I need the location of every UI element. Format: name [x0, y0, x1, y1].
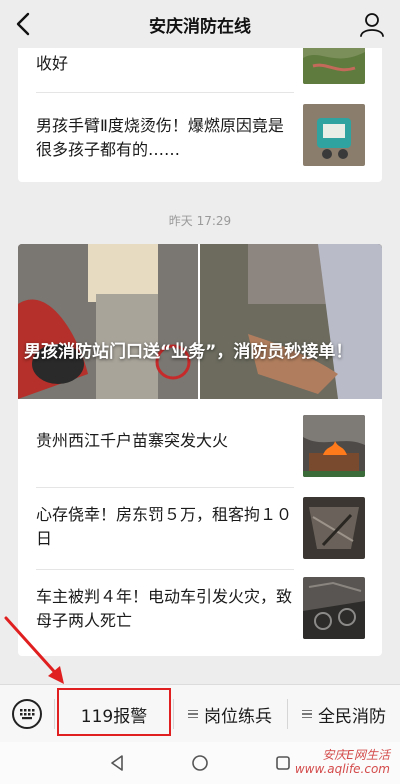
article-row[interactable]: 贵州西江千户苗寨突发大火 [18, 399, 382, 487]
annotation-arrow-icon [4, 616, 64, 684]
message-timestamp: 昨天 17:29 [168, 214, 232, 228]
hero-image [18, 244, 382, 399]
highlight-box [57, 688, 171, 736]
profile-icon[interactable] [358, 10, 386, 38]
hero-title: 男孩消防站门口送“业务”，消防员秒接单！ [24, 342, 353, 362]
back-icon[interactable] [10, 8, 40, 40]
article-row[interactable]: 心存侥幸！房东罚５万，租客拘１０日 [18, 487, 382, 569]
recent-square-icon[interactable] [274, 754, 292, 772]
system-nav-bar: 安庆E网生活 www.aqlife.com [0, 742, 400, 784]
article-row[interactable]: 男孩手臂Ⅱ度烧烫伤！爆燃原因竟是很多孩子都有的…… [18, 92, 382, 182]
watermark: 安庆E网生活 www.aqlife.com [295, 748, 390, 776]
article-title: 收好 [36, 54, 69, 73]
fire-thumbnail [303, 415, 365, 477]
menu-icon [188, 708, 198, 721]
watermark-line2: www.aqlife.com [294, 762, 390, 776]
back-triangle-icon[interactable] [108, 754, 126, 772]
menu-divider [54, 699, 55, 729]
article-title: 贵州西江千户苗寨突发大火 [36, 431, 229, 450]
article-title: 男孩手臂Ⅱ度烧烫伤！爆燃原因竟是很多孩子都有的…… [36, 116, 284, 159]
burnt-room-thumbnail [303, 497, 365, 559]
home-circle-icon[interactable] [191, 754, 209, 772]
menu-item-label: 岗位练兵 [204, 706, 272, 727]
menu-icon [302, 708, 312, 721]
article-title: 心存侥幸！房东罚５万，租客拘１０日 [36, 505, 293, 548]
menu-item-label: 全民消防 [318, 706, 386, 727]
header-bar: 安庆消防在线 [0, 0, 400, 48]
menu-item-public-fire[interactable]: 全民消防 [288, 685, 400, 743]
page-title: 安庆消防在线 [149, 16, 251, 37]
watermark-line1: 安庆E网生活 [322, 748, 390, 762]
hero-article[interactable]: 男孩消防站门口送“业务”，消防员秒接单！ [18, 244, 382, 399]
landscape-thumbnail [303, 48, 365, 84]
menu-item-training[interactable]: 岗位练兵 [174, 685, 286, 743]
article-card-top: 收好 男孩手臂Ⅱ度烧烫伤！爆燃原因竟是很多孩子都有的…… [18, 48, 382, 182]
article-card: 男孩消防站门口送“业务”，消防员秒接单！ 贵州西江千户苗寨突发大火 心存侥幸！房… [18, 244, 382, 656]
toy-thumbnail [303, 104, 365, 166]
keyboard-icon[interactable] [12, 699, 42, 729]
article-row[interactable]: 收好 [18, 48, 382, 86]
burnt-vehicle-thumbnail [303, 577, 365, 639]
